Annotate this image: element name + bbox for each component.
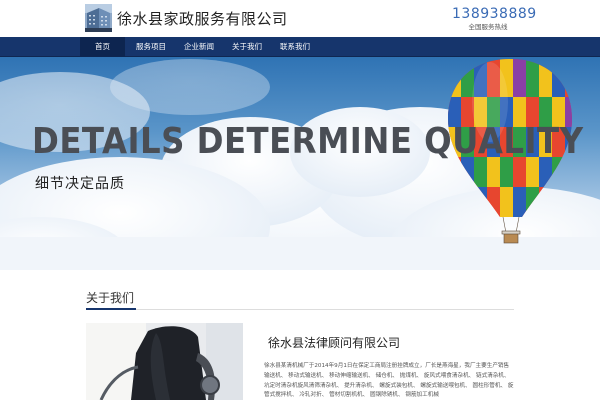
about-section-title: 关于我们: [86, 291, 135, 305]
nav-item-contact[interactable]: 联系我们: [272, 37, 318, 57]
hotline-block: 138938889 全国服务热线: [452, 6, 537, 32]
nav-item-services[interactable]: 服务项目: [128, 37, 174, 57]
banner-headline: DETAILS DETERMINE QUALITY: [32, 121, 584, 162]
section-divider-accent: [86, 308, 136, 310]
hotline-number: 138938889: [452, 6, 537, 22]
hotline-label: 全国服务热线: [468, 23, 508, 31]
site-header: 徐水县家政服务有限公司 138938889 全国服务热线: [0, 0, 600, 37]
main-nav: 首页 服务项目 企业新闻 关于我们 联系我们: [0, 37, 600, 57]
company-name[interactable]: 徐水县法律顾问有限公司: [268, 334, 400, 351]
about-photo[interactable]: [86, 323, 243, 400]
site-title[interactable]: 徐水县家政服务有限公司: [117, 8, 288, 29]
company-description: 徐水县某清机械厂于2014年9月1日在保定工商局注册挂牌成立，厂长是燕海星，我厂…: [264, 363, 514, 399]
banner-subheadline: 细节决定品质: [35, 176, 125, 192]
banner-background-art: [0, 59, 600, 270]
nav-item-about[interactable]: 关于我们: [224, 37, 270, 57]
hero-banner[interactable]: DETAILS DETERMINE QUALITY 细节决定品质: [0, 57, 600, 270]
logo-building-image[interactable]: [85, 4, 112, 32]
section-divider: [86, 309, 514, 310]
nav-item-home[interactable]: 首页: [80, 37, 125, 57]
nav-item-news[interactable]: 企业新闻: [176, 37, 222, 57]
